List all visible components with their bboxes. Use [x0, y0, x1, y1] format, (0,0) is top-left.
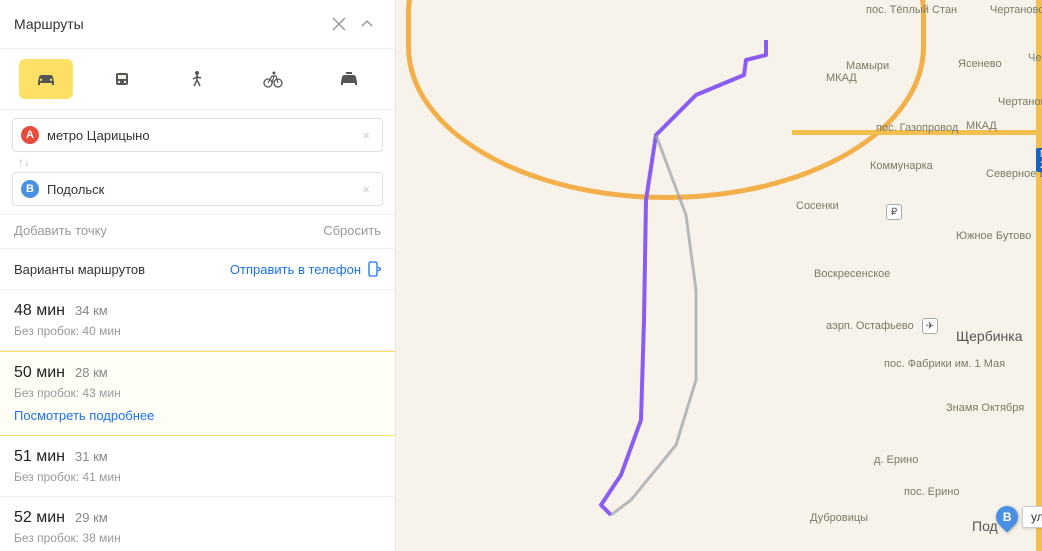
- map-label: пос. Тёплый Стан: [866, 4, 957, 16]
- route-distance: 29 км: [75, 510, 108, 525]
- map-label: пос. Газопровод: [876, 122, 958, 134]
- marker-b-label: улица Кирова, 2Ас1: [1022, 506, 1042, 528]
- route-distance: 31 км: [75, 449, 108, 464]
- mode-car[interactable]: [19, 59, 73, 99]
- map-label: Чертаново Центральное: [1028, 52, 1042, 64]
- mode-bike[interactable]: [246, 59, 300, 99]
- map-label: Коммунарка: [870, 160, 933, 172]
- ruble-icon: ₽: [886, 204, 902, 220]
- chevron-up-icon[interactable]: [353, 10, 381, 38]
- map-label: Южное Бутово: [956, 230, 1031, 242]
- reset-link[interactable]: Сбросить: [323, 223, 381, 238]
- map-label: Мамыри: [846, 60, 889, 72]
- add-point-link[interactable]: Добавить точку: [14, 223, 107, 238]
- map-label: Щербинка: [956, 328, 1023, 344]
- route-option[interactable]: 51 мин 31 км Без пробок: 41 мин: [0, 436, 395, 497]
- map-label: пос. Ерино: [904, 486, 959, 498]
- phone-icon: [367, 261, 381, 277]
- routes-list: 48 мин 34 км Без пробок: 40 мин 50 мин 28 км…: [0, 290, 395, 551]
- route-distance: 28 км: [75, 365, 108, 380]
- panel-title: Маршруты: [14, 16, 325, 32]
- route-time: 48 мин: [14, 302, 65, 320]
- variants-header: Варианты маршрутов Отправить в телефон: [0, 249, 395, 290]
- clear-b-icon[interactable]: ×: [358, 182, 374, 197]
- mode-walk[interactable]: [170, 59, 224, 99]
- road-shield: M-2: [1036, 148, 1042, 172]
- map-label: МКАД: [966, 120, 997, 132]
- pin-b-icon: B: [21, 180, 39, 198]
- map-label: Чертаново Северное: [990, 4, 1042, 16]
- close-icon[interactable]: [325, 10, 353, 38]
- panel-header: Маршруты: [0, 0, 395, 49]
- map-label: Сосенки: [796, 200, 839, 212]
- map-label: Под: [972, 518, 998, 534]
- route-polyline: [396, 0, 1042, 551]
- variants-title: Варианты маршрутов: [14, 262, 145, 277]
- map-label: Дубровицы: [810, 512, 868, 524]
- route-no-traffic: Без пробок: 41 мин: [14, 470, 381, 484]
- route-time: 51 мин: [14, 448, 65, 466]
- mode-taxi[interactable]: [322, 59, 376, 99]
- send-to-phone-link[interactable]: Отправить в телефон: [230, 261, 381, 277]
- map-label: Ясенево: [958, 58, 1002, 70]
- pin-a-icon: A: [21, 126, 39, 144]
- routes-panel: Маршруты: [0, 0, 396, 551]
- map-label: Северное Бутово: [986, 168, 1042, 180]
- route-no-traffic: Без пробок: 38 мин: [14, 531, 381, 545]
- route-details-link[interactable]: Посмотреть подробнее: [14, 408, 381, 423]
- airport-icon: ✈: [922, 318, 938, 334]
- route-option[interactable]: 48 мин 34 км Без пробок: 40 мин: [0, 290, 395, 351]
- point-a-input[interactable]: [47, 128, 358, 143]
- route-option[interactable]: 50 мин 28 км Без пробок: 43 мин Посмотреть …: [0, 351, 395, 436]
- marker-b[interactable]: B улица Кирова, 2Ас1: [996, 506, 1042, 528]
- map-label: аэрп. Остафьево: [826, 320, 914, 332]
- clear-a-icon[interactable]: ×: [358, 128, 374, 143]
- send-to-phone-label: Отправить в телефон: [230, 262, 361, 277]
- points-footer: Добавить точку Сбросить: [0, 215, 395, 249]
- point-b-row[interactable]: B ×: [12, 172, 383, 206]
- map-label: Воскресенское: [814, 268, 890, 280]
- transport-modes: [0, 49, 395, 110]
- route-no-traffic: Без пробок: 43 мин: [14, 386, 381, 400]
- map-label: пос. Фабрики им. 1 Мая: [884, 358, 1005, 370]
- map-canvas[interactable]: A Луганская улица метро Царицыно B улица…: [396, 0, 1042, 551]
- route-distance: 34 км: [75, 303, 108, 318]
- map-label: Чертаново Южное: [998, 96, 1042, 108]
- map-label: д. Ерино: [874, 454, 918, 466]
- map-label: Знамя Октября: [946, 402, 1024, 414]
- route-option[interactable]: 52 мин 29 км Без пробок: 38 мин: [0, 497, 395, 551]
- point-b-input[interactable]: [47, 182, 358, 197]
- map-label: МКАД: [826, 72, 857, 84]
- route-time: 50 мин: [14, 364, 65, 382]
- route-time: 52 мин: [14, 509, 65, 527]
- swap-icon[interactable]: ↑↓: [18, 155, 383, 169]
- mode-transit[interactable]: [95, 59, 149, 99]
- route-points: A × ↑↓ B ×: [0, 110, 395, 215]
- point-a-row[interactable]: A ×: [12, 118, 383, 152]
- route-no-traffic: Без пробок: 40 мин: [14, 324, 381, 338]
